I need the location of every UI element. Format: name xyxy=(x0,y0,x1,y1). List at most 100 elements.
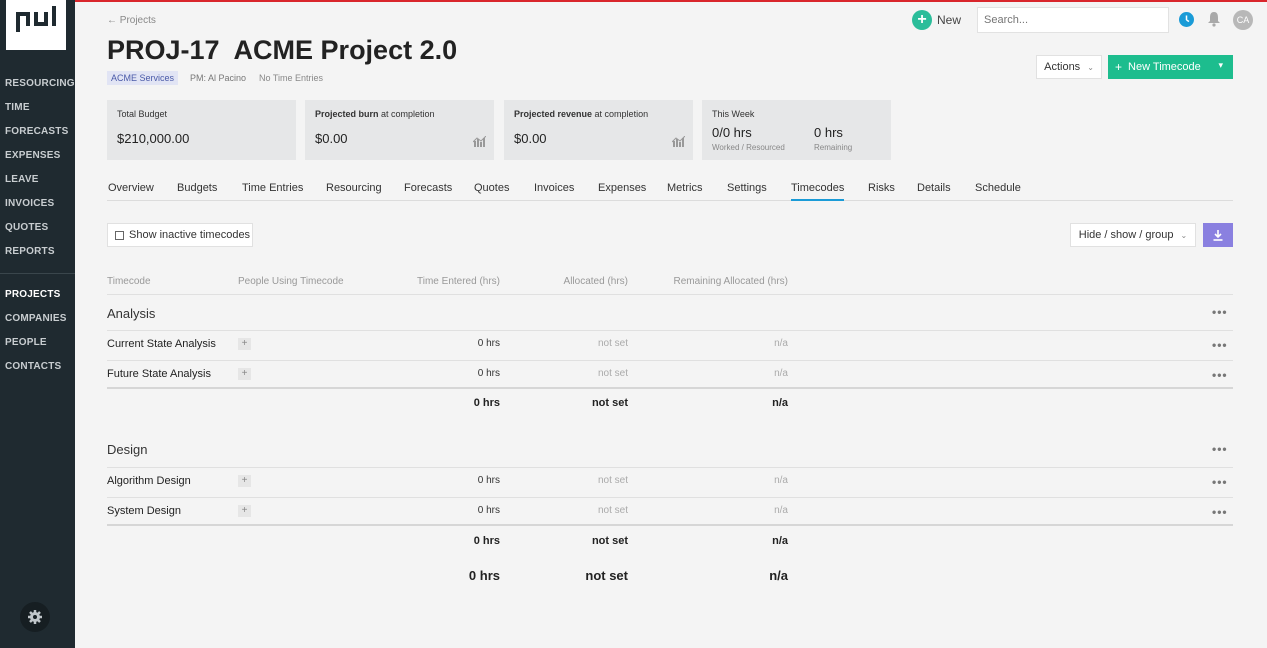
nav-invoices[interactable]: INVOICES xyxy=(5,198,54,209)
tab-timecodes[interactable]: Timecodes xyxy=(791,182,845,201)
plus-icon: + xyxy=(1115,60,1123,74)
search-input[interactable] xyxy=(977,7,1169,33)
time-entered: 0 hrs xyxy=(477,368,500,379)
download-icon xyxy=(1213,230,1223,241)
col-header-remaining[interactable]: Remaining Allocated (hrs) xyxy=(674,276,789,287)
add-person-icon[interactable]: + xyxy=(238,338,251,350)
tab-forecasts[interactable]: Forecasts xyxy=(404,182,452,201)
logo[interactable] xyxy=(6,0,66,50)
tab-risks[interactable]: Risks xyxy=(868,182,895,201)
show-inactive-toggle[interactable]: Show inactive timecodes xyxy=(107,223,253,247)
tab-metrics[interactable]: Metrics xyxy=(667,182,702,201)
tab-invoices[interactable]: Invoices xyxy=(534,182,574,201)
more-options-icon[interactable]: ••• xyxy=(1212,338,1228,352)
timer-clock-icon[interactable] xyxy=(1179,12,1194,27)
more-options-icon[interactable]: ••• xyxy=(1212,475,1228,489)
nav-time[interactable]: TIME xyxy=(5,102,30,113)
group-total-allocated: not set xyxy=(591,397,628,409)
sidebar: RESOURCING TIME FORECASTS EXPENSES LEAVE… xyxy=(0,0,75,648)
row-divider xyxy=(107,497,1233,498)
tab-budgets[interactable]: Budgets xyxy=(177,182,217,201)
tab-settings[interactable]: Settings xyxy=(727,182,767,201)
nav-leave[interactable]: LEAVE xyxy=(5,174,39,185)
card-label: Total Budget xyxy=(117,109,168,119)
card-value: $210,000.00 xyxy=(117,131,190,146)
nav-people[interactable]: PEOPLE xyxy=(5,337,47,348)
worked-sublabel: Worked / Resourced xyxy=(712,143,785,152)
group-total-remaining: n/a xyxy=(772,535,788,547)
project-manager: PM: Al Pacino xyxy=(190,73,247,83)
nav-forecasts[interactable]: FORECASTS xyxy=(5,126,68,137)
col-header-people[interactable]: People Using Timecode xyxy=(238,276,344,287)
timecode-name[interactable]: Current State Analysis xyxy=(107,338,216,350)
projected-burn-card: Projected burn at completion $0.00 xyxy=(305,100,494,160)
company-tag[interactable]: ACME Services xyxy=(107,71,179,85)
chevron-down-icon: ⌄ xyxy=(1087,62,1094,72)
card-value: $0.00 xyxy=(514,131,547,146)
back-to-projects-link[interactable]: ← Projects xyxy=(107,15,156,26)
tab-details[interactable]: Details xyxy=(917,182,951,201)
group-title: Design xyxy=(107,442,148,457)
hide-show-group-dropdown[interactable]: Hide / show / group ⌄ xyxy=(1070,223,1196,247)
nav-projects[interactable]: PROJECTS xyxy=(5,289,61,300)
new-button-label: New xyxy=(937,13,962,27)
nav-companies[interactable]: COMPANIES xyxy=(5,313,67,324)
tab-quotes[interactable]: Quotes xyxy=(474,182,509,201)
projected-revenue-card: Projected revenue at completion $0.00 xyxy=(504,100,693,160)
time-entered: 0 hrs xyxy=(477,475,500,486)
nav-contacts[interactable]: CONTACTS xyxy=(5,361,61,372)
tab-resourcing[interactable]: Resourcing xyxy=(326,182,382,201)
chevron-down-icon[interactable]: ▾ xyxy=(1218,60,1223,71)
nav-resourcing[interactable]: RESOURCING xyxy=(5,78,75,89)
nav-quotes[interactable]: QUOTES xyxy=(5,222,48,233)
card-label: Projected burn at completion xyxy=(315,109,435,119)
nav-expenses[interactable]: EXPENSES xyxy=(5,150,61,161)
new-timecode-label: New Timecode xyxy=(1128,61,1201,73)
col-header-time-entered[interactable]: Time Entered (hrs) xyxy=(417,276,500,287)
total-divider xyxy=(107,524,1233,526)
more-options-icon[interactable]: ••• xyxy=(1212,505,1228,519)
settings-gear-icon[interactable] xyxy=(20,602,50,632)
this-week-card: This Week 0/0 hrs Worked / Resourced 0 h… xyxy=(702,100,891,160)
group-total-allocated: not set xyxy=(591,535,628,547)
new-timecode-button[interactable]: + New Timecode ▾ xyxy=(1108,55,1233,79)
more-options-icon[interactable]: ••• xyxy=(1212,305,1228,319)
tab-overview[interactable]: Overview xyxy=(108,182,154,201)
remaining-allocated: n/a xyxy=(774,505,788,516)
card-label: Projected revenue at completion xyxy=(514,109,649,119)
nav-reports[interactable]: REPORTS xyxy=(5,246,55,257)
download-button[interactable] xyxy=(1203,223,1233,247)
header-divider xyxy=(107,294,1233,295)
remaining-allocated: n/a xyxy=(774,368,788,379)
user-avatar[interactable]: CA xyxy=(1233,10,1253,30)
chart-icon[interactable] xyxy=(671,134,686,152)
timecode-name[interactable]: Algorithm Design xyxy=(107,475,191,487)
chart-icon[interactable] xyxy=(472,134,487,152)
new-button[interactable]: + New xyxy=(912,10,961,30)
hide-show-label: Hide / show / group xyxy=(1078,229,1174,241)
timecode-name[interactable]: System Design xyxy=(107,505,181,517)
tab-schedule[interactable]: Schedule xyxy=(975,182,1021,201)
tab-time-entries[interactable]: Time Entries xyxy=(242,182,303,201)
add-person-icon[interactable]: + xyxy=(238,368,251,380)
add-person-icon[interactable]: + xyxy=(238,475,251,487)
grand-total-remaining: n/a xyxy=(769,568,788,583)
col-header-allocated[interactable]: Allocated (hrs) xyxy=(564,276,628,287)
timecode-name[interactable]: Future State Analysis xyxy=(107,368,211,380)
top-accent-bar xyxy=(75,0,1267,2)
show-inactive-checkbox[interactable] xyxy=(115,230,124,240)
actions-button[interactable]: Actions ⌄ xyxy=(1036,55,1102,79)
more-options-icon[interactable]: ••• xyxy=(1212,442,1228,456)
card-value: $0.00 xyxy=(315,131,348,146)
worked-value: 0/0 hrs xyxy=(712,125,752,140)
col-header-timecode[interactable]: Timecode xyxy=(107,276,151,287)
sidebar-divider xyxy=(0,273,75,274)
add-person-icon[interactable]: + xyxy=(238,505,251,517)
notifications-bell-icon[interactable] xyxy=(1207,11,1221,32)
plus-icon: + xyxy=(912,10,932,30)
chevron-down-icon: ⌄ xyxy=(1180,230,1188,240)
group-title: Analysis xyxy=(107,306,156,321)
more-options-icon[interactable]: ••• xyxy=(1212,368,1228,382)
row-divider xyxy=(107,330,1233,331)
tab-expenses[interactable]: Expenses xyxy=(598,182,646,201)
